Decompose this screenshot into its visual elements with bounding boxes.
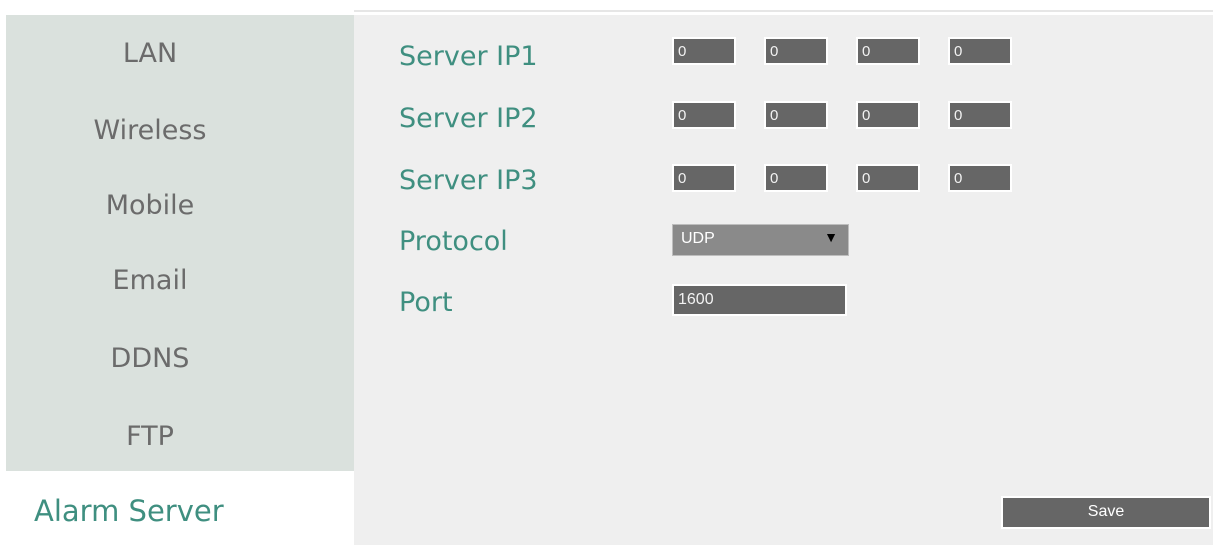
- sidebar-item-lan[interactable]: LAN: [6, 40, 294, 67]
- server-ip3-octet-4[interactable]: 0: [948, 164, 1012, 192]
- sidebar-item-ddns[interactable]: DDNS: [6, 345, 294, 372]
- port-label: Port: [399, 287, 453, 318]
- top-divider: [354, 10, 1213, 12]
- server-ip1-octet-2[interactable]: 0: [764, 37, 828, 65]
- server-ip2-octet-1[interactable]: 0: [672, 101, 736, 129]
- server-ip2-octet-3[interactable]: 0: [856, 101, 920, 129]
- protocol-label: Protocol: [399, 226, 508, 257]
- server-ip2-octet-2[interactable]: 0: [764, 101, 828, 129]
- server-ip2-label: Server IP2: [399, 103, 538, 134]
- settings-panel: Server IP1 0 0 0 0 Server IP2 0 0 0 0 Se…: [354, 15, 1213, 545]
- sidebar-item-alarm-server[interactable]: Alarm Server: [6, 471, 354, 545]
- protocol-select[interactable]: UDP ▼: [672, 224, 849, 256]
- server-ip3-octet-3[interactable]: 0: [856, 164, 920, 192]
- settings-sidebar: LAN Wireless Mobile Email DDNS FTP: [6, 15, 354, 471]
- caret-down-icon: ▼: [824, 229, 838, 245]
- sidebar-item-ftp[interactable]: FTP: [6, 423, 294, 450]
- server-ip1-octet-4[interactable]: 0: [948, 37, 1012, 65]
- port-input[interactable]: 1600: [672, 284, 847, 316]
- server-ip2-octet-4[interactable]: 0: [948, 101, 1012, 129]
- server-ip1-label: Server IP1: [399, 41, 538, 72]
- server-ip1-octet-3[interactable]: 0: [856, 37, 920, 65]
- sidebar-item-email[interactable]: Email: [6, 267, 294, 294]
- sidebar-item-mobile[interactable]: Mobile: [6, 192, 294, 219]
- sidebar-item-label: Alarm Server: [34, 494, 224, 528]
- sidebar-item-wireless[interactable]: Wireless: [6, 117, 294, 144]
- server-ip3-octet-1[interactable]: 0: [672, 164, 736, 192]
- server-ip1-octet-1[interactable]: 0: [672, 37, 736, 65]
- server-ip3-octet-2[interactable]: 0: [764, 164, 828, 192]
- server-ip3-label: Server IP3: [399, 165, 538, 196]
- protocol-value: UDP: [681, 230, 715, 247]
- save-button[interactable]: Save: [1001, 496, 1211, 529]
